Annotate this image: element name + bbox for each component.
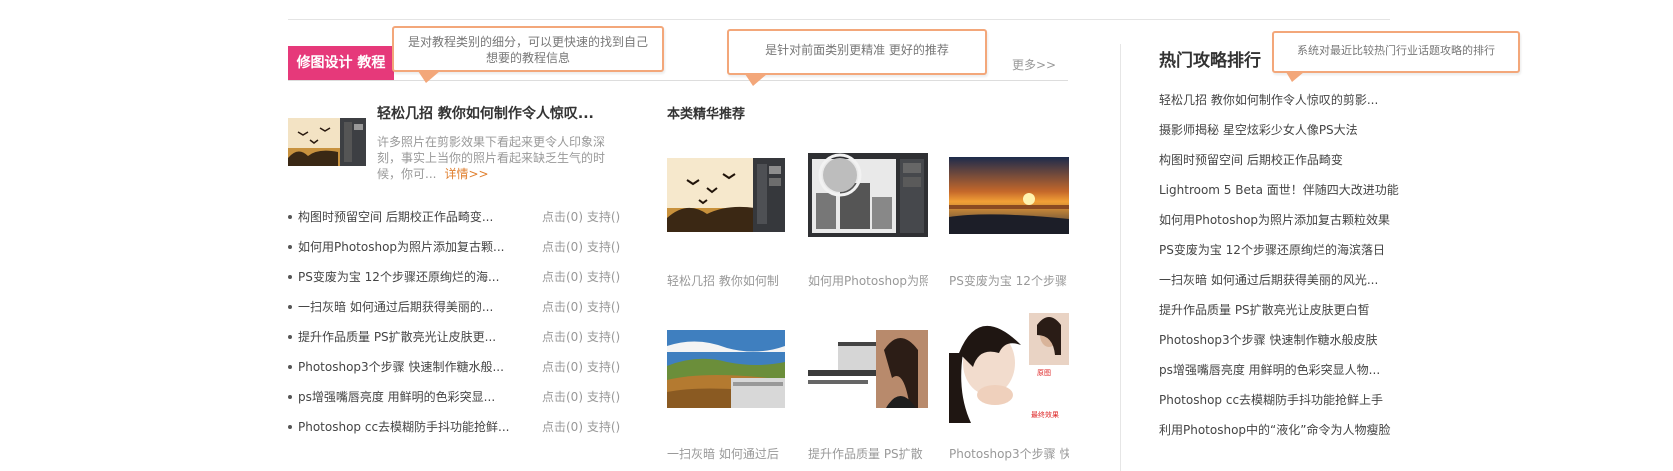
- article-link[interactable]: PS变废为宝 12个步骤还原绚烂的海...: [298, 269, 499, 285]
- article-stats: 点击(0) 支持(): [542, 270, 621, 284]
- hot-item[interactable]: 轻松几招 教你如何制作令人惊叹的剪影...: [1159, 92, 1399, 122]
- hot-ranking-list: 轻松几招 教你如何制作令人惊叹的剪影... 摄影师揭秘 星空炫彩少女人像PS大法…: [1159, 92, 1399, 452]
- section-title-tab[interactable]: 修图设计 教程: [288, 46, 394, 80]
- recommend-caption[interactable]: Photoshop3个步骤 快: [949, 445, 1069, 462]
- recommend-caption[interactable]: 提升作品质量 PS扩散: [808, 445, 928, 462]
- article-stats: 点击(0) 支持(): [542, 360, 621, 374]
- hot-item[interactable]: Photoshop3个步骤 快速制作糖水般皮肤: [1159, 332, 1399, 362]
- list-item: Photoshop cc去模糊防手抖功能抢鲜... 点击(0) 支持(): [288, 419, 621, 449]
- article-link[interactable]: ps增强嘴唇亮度 用鲜明的色彩突显...: [298, 389, 495, 405]
- article-stats: 点击(0) 支持(): [542, 240, 621, 254]
- article-link[interactable]: 构图时预留空间 后期校正作品畸变...: [298, 209, 493, 225]
- hot-item[interactable]: 构图时预留空间 后期校正作品畸变: [1159, 152, 1399, 182]
- article-stats: 点击(0) 支持(): [542, 390, 621, 404]
- bullet-icon: [288, 245, 292, 249]
- article-link[interactable]: 一扫灰暗 如何通过后期获得美丽的...: [298, 299, 493, 315]
- bullet-icon: [288, 395, 292, 399]
- result-label: 最终效果: [1031, 410, 1059, 419]
- annotation-text: 是对教程类别的细分，可以更快速的找到自己想要的教程信息: [408, 35, 649, 65]
- featured-thumbnail[interactable]: [288, 118, 366, 166]
- bubble-tail: [418, 71, 440, 83]
- annotation-bubble-recommend: 是针对前面类别更精准 更好的推荐: [727, 29, 987, 86]
- top-divider: [288, 19, 1390, 20]
- details-link[interactable]: 详情>>: [444, 167, 488, 181]
- article-stats: 点击(0) 支持(): [542, 300, 621, 314]
- featured-description: 许多照片在剪影效果下看起来更令人印象深刻，事实上当你的照片看起来缺乏生气的时候，…: [377, 134, 612, 182]
- hot-item[interactable]: 摄影师揭秘 星空炫彩少女人像PS大法: [1159, 122, 1399, 152]
- article-list: 构图时预留空间 后期校正作品畸变... 点击(0) 支持() 如何用Photosh…: [288, 209, 621, 449]
- bubble-tail: [1286, 72, 1304, 82]
- bubble-tail: [745, 74, 767, 86]
- hot-item[interactable]: PS变废为宝 12个步骤还原绚烂的海滨落日: [1159, 242, 1399, 272]
- featured-desc-text: 许多照片在剪影效果下看起来更令人印象深刻，事实上当你的照片看起来缺乏生气的时候，…: [377, 135, 606, 181]
- recommend-thumb-1[interactable]: [667, 158, 785, 232]
- article-link[interactable]: 提升作品质量 PS扩散亮光让皮肤更...: [298, 329, 496, 345]
- original-label: 原图: [1037, 369, 1051, 377]
- recommend-caption[interactable]: 轻松几招 教你如何制: [667, 272, 787, 289]
- list-item: ps增强嘴唇亮度 用鲜明的色彩突显... 点击(0) 支持(): [288, 389, 621, 419]
- annotation-bubble-category: 是对教程类别的细分，可以更快速的找到自己想要的教程信息: [392, 26, 664, 83]
- hot-ranking-title: 热门攻略排行: [1159, 51, 1261, 71]
- recommend-thumb-3[interactable]: [949, 157, 1069, 234]
- recommend-thumb-5[interactable]: [808, 330, 928, 408]
- featured-title[interactable]: 轻松几招 教你如何制作令人惊叹...: [377, 103, 594, 123]
- recommend-caption[interactable]: 如何用Photoshop为照: [808, 272, 928, 289]
- list-item: 提升作品质量 PS扩散亮光让皮肤更... 点击(0) 支持(): [288, 329, 621, 359]
- hot-item[interactable]: 如何用Photoshop为照片添加复古颗粒效果: [1159, 212, 1399, 242]
- more-link[interactable]: 更多>>: [1012, 56, 1056, 73]
- hot-item[interactable]: 一扫灰暗 如何通过后期获得美丽的风光...: [1159, 272, 1399, 302]
- hot-item[interactable]: Photoshop cc去模糊防手抖功能抢鲜上手: [1159, 392, 1399, 422]
- column-divider: [1120, 44, 1121, 471]
- list-item: 如何用Photoshop为照片添加复古颗... 点击(0) 支持(): [288, 239, 621, 269]
- article-stats: 点击(0) 支持(): [542, 420, 621, 434]
- list-item: PS变废为宝 12个步骤还原绚烂的海... 点击(0) 支持(): [288, 269, 621, 299]
- recommend-title: 本类精华推荐: [667, 107, 746, 122]
- recommend-caption[interactable]: 一扫灰暗 如何通过后: [667, 445, 787, 462]
- bullet-icon: [288, 215, 292, 219]
- article-stats: 点击(0) 支持(): [542, 330, 621, 344]
- annotation-bubble-ranking: 系统对最近比较热门行业话题攻略的排行: [1272, 31, 1520, 82]
- section-divider: [288, 80, 1068, 81]
- annotation-text: 是针对前面类别更精准 更好的推荐: [765, 43, 949, 57]
- bullet-icon: [288, 335, 292, 339]
- list-item: 一扫灰暗 如何通过后期获得美丽的... 点击(0) 支持(): [288, 299, 621, 329]
- hot-item[interactable]: 提升作品质量 PS扩散亮光让皮肤更白皙: [1159, 302, 1399, 332]
- recommend-thumb-4[interactable]: [667, 330, 785, 408]
- bullet-icon: [288, 425, 292, 429]
- hot-item[interactable]: Lightroom 5 Beta 面世！伴随四大改进功能: [1159, 182, 1399, 212]
- article-link[interactable]: Photoshop3个步骤 快速制作糖水般...: [298, 359, 504, 375]
- recommend-thumb-6[interactable]: 原图 最终效果: [949, 313, 1069, 423]
- annotation-text: 系统对最近比较热门行业话题攻略的排行: [1297, 44, 1495, 57]
- bullet-icon: [288, 275, 292, 279]
- bullet-icon: [288, 365, 292, 369]
- article-link[interactable]: Photoshop cc去模糊防手抖功能抢鲜...: [298, 419, 510, 435]
- bullet-icon: [288, 305, 292, 309]
- hot-item[interactable]: 利用Photoshop中的“液化”命令为人物瘦脸: [1159, 422, 1399, 452]
- article-stats: 点击(0) 支持(): [542, 210, 621, 224]
- recommend-caption[interactable]: PS变废为宝 12个步骤: [949, 272, 1069, 289]
- list-item: 构图时预留空间 后期校正作品畸变... 点击(0) 支持(): [288, 209, 621, 239]
- hot-item[interactable]: ps增强嘴唇亮度 用鲜明的色彩突显人物...: [1159, 362, 1399, 392]
- list-item: Photoshop3个步骤 快速制作糖水般... 点击(0) 支持(): [288, 359, 621, 389]
- recommend-thumb-2[interactable]: [808, 153, 928, 237]
- article-link[interactable]: 如何用Photoshop为照片添加复古颗...: [298, 239, 505, 255]
